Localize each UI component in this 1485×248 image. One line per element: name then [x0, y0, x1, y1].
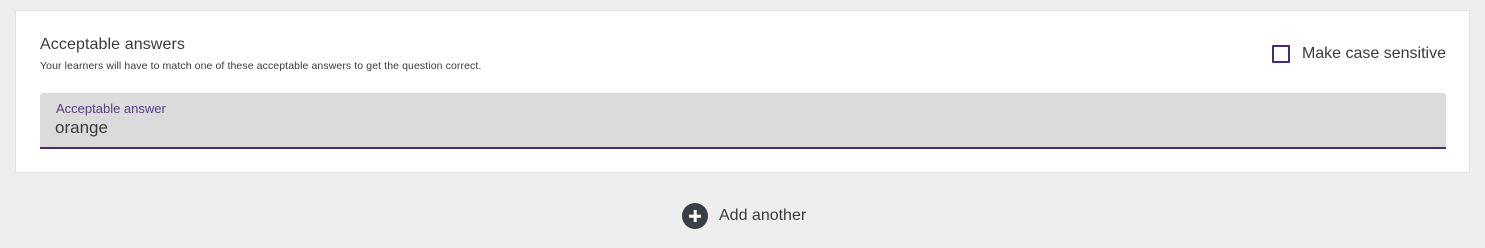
acceptable-answer-field[interactable]: Acceptable answer	[40, 93, 1446, 149]
case-sensitive-checkbox[interactable]	[1271, 45, 1290, 63]
acceptable-answers-card: Acceptable answers Your learners will ha…	[15, 10, 1470, 173]
case-sensitive-toggle[interactable]: Make case sensitive	[1271, 45, 1446, 63]
card-title: Acceptable answers	[40, 36, 185, 53]
card-subtitle: Your learners will have to match one of …	[40, 60, 482, 72]
acceptable-answer-label: Acceptable answer	[56, 101, 166, 116]
case-sensitive-label: Make case sensitive	[1301, 45, 1446, 62]
plus-circle-icon	[682, 203, 708, 229]
add-another-label: Add another	[719, 207, 807, 224]
acceptable-answer-input[interactable]	[55, 117, 1425, 139]
add-another-button[interactable]: Add another	[682, 203, 806, 229]
